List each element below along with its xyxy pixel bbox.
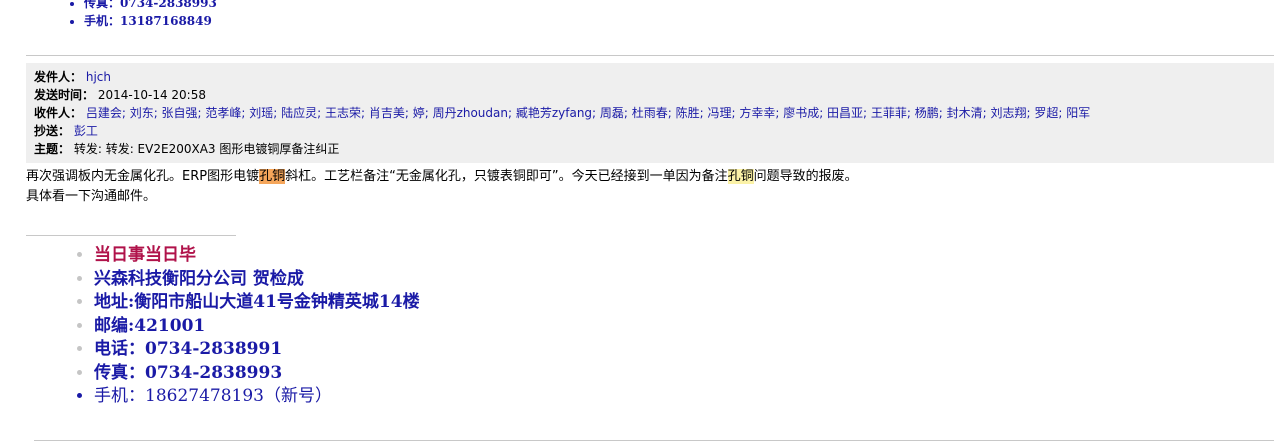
message-divider — [26, 55, 1274, 56]
previous-mobile: 手机：13187168849 — [84, 12, 217, 30]
body-line-1: 再次强调板内无金属化孔。ERP图形电镀孔铜斜杠。工艺栏备注“无金属化孔，只镀表铜… — [26, 169, 858, 184]
cc-label: 抄送： — [34, 124, 71, 138]
signature-postcode: 邮编:421001 — [94, 315, 420, 339]
sent-label: 发送时间： — [34, 88, 95, 102]
signature-address: 地址:衡阳市船山大道41号金钟精英城14楼 — [94, 291, 420, 315]
signature-fax: 传真：0734-2838993 — [94, 362, 420, 386]
signature-list: 当日事当日毕 兴森科技衡阳分公司 贺检成 地址:衡阳市船山大道41号金钟精英城1… — [74, 244, 420, 409]
bottom-divider — [34, 440, 1274, 441]
sent-value: 2014-10-14 20:58 — [97, 88, 206, 102]
subject-row: 主题： 转发: 转发: EV2E200XA3 图形电镀铜厚备注纠正 — [34, 140, 339, 158]
signature-motto: 当日事当日毕 — [94, 244, 420, 268]
signature-company: 兴森科技衡阳分公司 贺检成 — [94, 268, 420, 292]
cc-row: 抄送： 彭工 — [34, 122, 98, 140]
to-label: 收件人： — [34, 106, 83, 120]
from-label: 发件人： — [34, 70, 83, 84]
body-line-2: 具体看一下沟通邮件。 — [26, 189, 157, 204]
signature-phone: 电话：0734-2838991 — [94, 338, 420, 362]
previous-fax: 传真：0734-2838993 — [84, 0, 217, 12]
sent-row: 发送时间： 2014-10-14 20:58 — [34, 86, 206, 104]
from-link[interactable]: hjch — [86, 70, 111, 84]
signature-mobile: 手机：18627478193（新号） — [94, 385, 420, 409]
search-highlight: 孔铜 — [727, 169, 754, 184]
cc-recipient[interactable]: 彭工 — [74, 124, 98, 138]
from-row: 发件人： hjch — [34, 68, 111, 86]
subject-label: 主题： — [34, 142, 71, 156]
signature-separator — [26, 235, 236, 236]
message-body: 再次强调板内无金属化孔。ERP图形电镀孔铜斜杠。工艺栏备注“无金属化孔，只镀表铜… — [26, 167, 1266, 207]
to-row: 收件人： 吕建会; 刘东; 张自强; 范孝峰; 刘瑶; 陆应灵; 王志荣; 肖吉… — [34, 104, 1090, 122]
search-highlight-current: 孔铜 — [259, 169, 286, 184]
subject-value: 转发: 转发: EV2E200XA3 图形电镀铜厚备注纠正 — [73, 142, 340, 156]
previous-signature-list: 传真：0734-2838993 手机：13187168849 — [64, 0, 217, 30]
to-recipients[interactable]: 吕建会; 刘东; 张自强; 范孝峰; 刘瑶; 陆应灵; 王志荣; 肖吉美; 婷;… — [86, 106, 1090, 120]
forwarded-header: 发件人： hjch 发送时间： 2014-10-14 20:58 收件人： 吕建… — [26, 63, 1274, 163]
